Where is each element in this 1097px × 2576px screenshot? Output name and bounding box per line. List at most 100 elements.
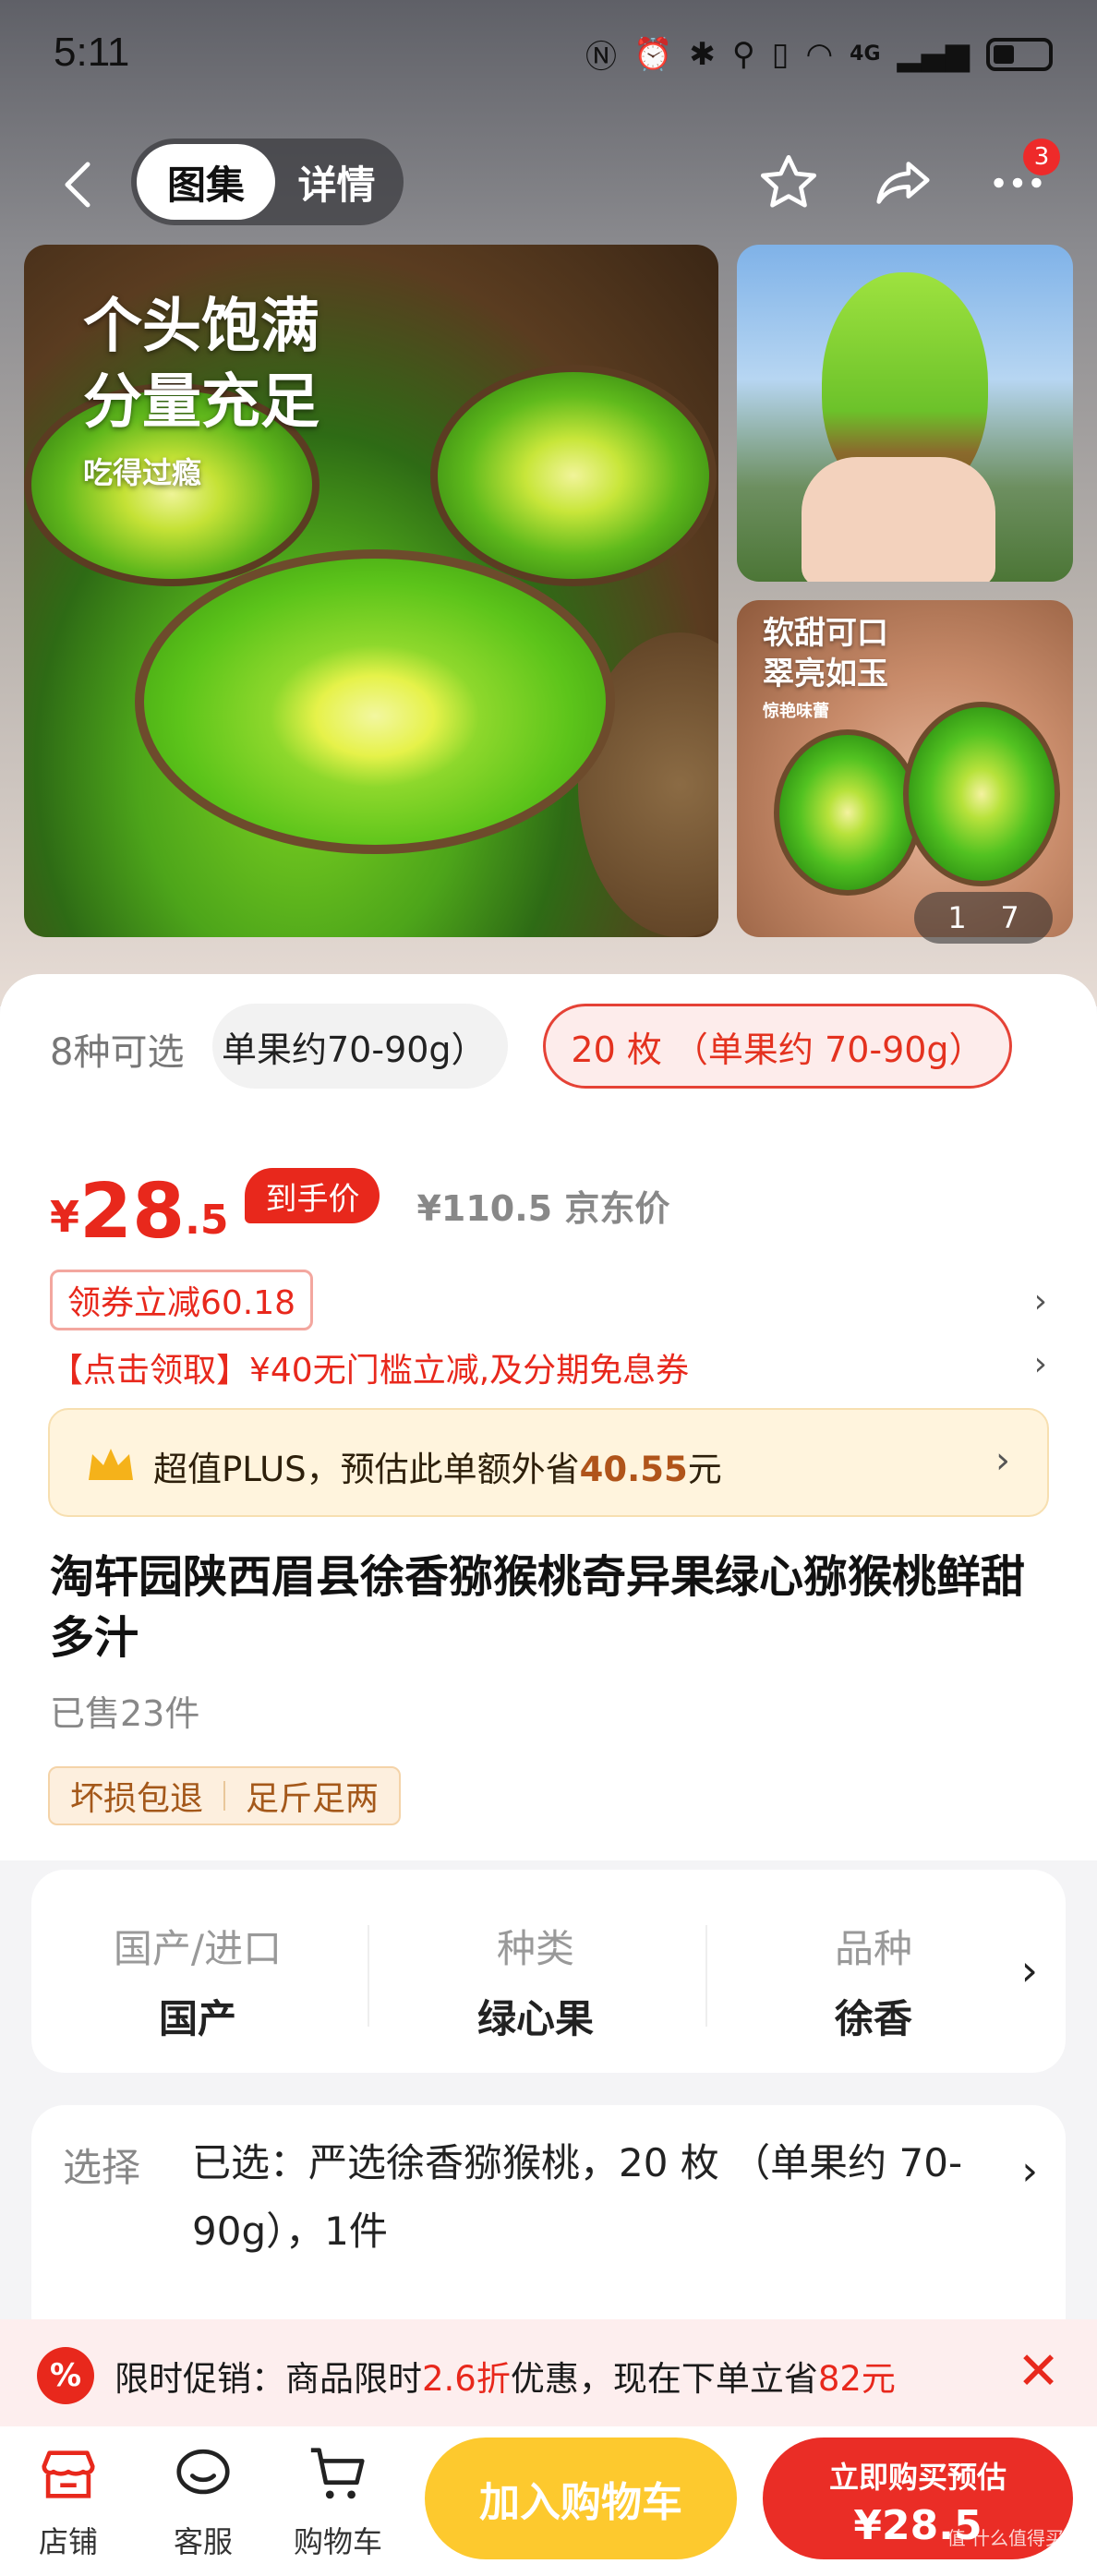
- store-label: 店铺: [38, 2524, 98, 2559]
- cart-button[interactable]: 购物车: [283, 2439, 393, 2559]
- gallery-main-image[interactable]: 个头饱满 分量充足 吃得过瘾: [24, 245, 718, 937]
- spec-option[interactable]: 单果约70-90g）: [212, 1004, 508, 1089]
- spec-option-selected[interactable]: 20 枚 （单果约 70-90g）: [543, 1004, 1012, 1089]
- favorite-button[interactable]: [753, 148, 824, 218]
- tab-details[interactable]: 详情: [275, 144, 398, 220]
- flash-text-a: 限时促销：商品限时: [115, 2359, 422, 2399]
- share-icon: [876, 162, 930, 204]
- kiwi-slice-image: [430, 365, 717, 586]
- chevron-right-icon: ›: [1033, 1345, 1047, 1383]
- more-button[interactable]: 3: [982, 138, 1060, 218]
- top-nav: 图集 详情 3: [0, 138, 1097, 231]
- status-time: 5:11: [54, 30, 130, 75]
- attributes-card[interactable]: 国产/进口 国产 种类 绿心果 品种 徐香 ›: [31, 1870, 1066, 2073]
- selection-card[interactable]: 选择 已选：严选徐香猕猴桃，20 枚 （单果约 70-90g），1件 ›: [31, 2105, 1066, 2345]
- status-bar: 5:11 Ⓝ ⏰ ✱ ⚲ ▯ ◠ 4G ▂▄▆: [0, 0, 1097, 111]
- close-icon[interactable]: ✕: [1017, 2340, 1060, 2404]
- price-decimal: .5: [185, 1197, 229, 1244]
- back-button[interactable]: [51, 157, 106, 212]
- promo-text: 【点击领取】¥40无门槛立减,及分期免息券: [50, 1352, 690, 1390]
- original-price: ¥110.5 京东价: [416, 1188, 670, 1229]
- thumb-line-2: 翠亮如玉: [763, 656, 888, 692]
- share-button[interactable]: [868, 148, 938, 218]
- thumb-headline: 软甜可口 翠亮如玉: [763, 613, 888, 694]
- flash-text-b: 优惠，现在下单立省: [510, 2359, 818, 2399]
- attribute-label: 品种: [834, 1926, 912, 1971]
- attribute-label: 种类: [496, 1926, 574, 1971]
- plus-text-prefix: 超值PLUS，预估此单额外省: [153, 1450, 580, 1489]
- chevron-left-icon: [65, 162, 90, 208]
- service-label: 客服: [173, 2524, 233, 2559]
- selection-label: 选择: [63, 2145, 141, 2190]
- cart-icon: [303, 2439, 373, 2510]
- sold-count: 已售23件: [50, 1693, 200, 1734]
- chevron-right-icon: ›: [1020, 1945, 1038, 1995]
- service-button[interactable]: 客服: [148, 2439, 259, 2559]
- crown-icon: [89, 1449, 133, 1480]
- flash-discount: 2.6折: [422, 2359, 511, 2399]
- divider: [705, 1925, 707, 2027]
- buy-now-label: 立即购买预估: [828, 2460, 1007, 2495]
- chevron-right-icon: ›: [995, 1439, 1010, 1482]
- promo-coupon-row[interactable]: 【点击领取】¥40无门槛立减,及分期免息券 ›: [50, 1343, 1047, 1399]
- price-block: ¥ 28 .5 到手价 ¥110.5 京东价: [50, 1168, 669, 1251]
- chevron-right-icon: ›: [1033, 1282, 1047, 1320]
- store-icon: [33, 2439, 103, 2510]
- signal-icon: ▂▄▆: [897, 35, 970, 73]
- hero-area: 5:11 Ⓝ ⏰ ✱ ⚲ ▯ ◠ 4G ▂▄▆ 图集 详情 3 个头饱满 分量充…: [0, 0, 1097, 1006]
- gallery-thumb-1[interactable]: [737, 245, 1073, 582]
- nav-actions: 3: [753, 138, 1060, 218]
- product-title: 淘轩园陕西眉县徐香猕猴桃奇异果绿心猕猴桃鲜甜多汁: [50, 1551, 1026, 1664]
- chat-icon: [168, 2439, 238, 2510]
- add-to-cart-button[interactable]: 加入购物车: [425, 2438, 737, 2559]
- counter-total: 7: [1000, 900, 1019, 935]
- attribute-value: 国产: [158, 1996, 236, 2041]
- flash-sale-banner[interactable]: % 限时促销：商品限时2.6折优惠，现在下单立省82元 ✕: [0, 2319, 1097, 2426]
- plus-member-bar[interactable]: 超值PLUS，预估此单额外省40.55元 ›: [48, 1408, 1049, 1517]
- attribute-variety: 品种 徐香: [726, 1870, 1021, 2073]
- image-counter: 1 7: [914, 892, 1053, 944]
- flash-sale-text: 限时促销：商品限时2.6折优惠，现在下单立省82元: [115, 2351, 896, 2401]
- view-toggle: 图集 详情: [131, 138, 404, 225]
- service-tag: 坏损包退: [70, 1780, 204, 1818]
- wifi-icon: ◠: [805, 35, 834, 73]
- kiwi-slice-image: [903, 702, 1060, 886]
- hand-image: [802, 457, 995, 582]
- spec-count: 8种可选: [50, 1031, 185, 1074]
- location-icon: ⚲: [731, 35, 755, 73]
- buy-now-button[interactable]: 立即购买预估 ¥28.5 值 什么值得买: [763, 2438, 1073, 2559]
- selection-value: 已选：严选徐香猕猴桃，20 枚 （单果约 70-90g），1件: [192, 2140, 963, 2254]
- gallery-headline: 个头饱满 分量充足: [83, 289, 319, 440]
- attribute-origin: 国产/进口 国产: [50, 1870, 345, 2073]
- vibrate-icon: ▯: [771, 35, 790, 73]
- kiwi-slice-image: [135, 549, 615, 854]
- price-integer: 28: [79, 1168, 186, 1256]
- nfc-icon: Ⓝ: [585, 39, 618, 76]
- coupon-badge[interactable]: 领券立减60.18: [50, 1270, 314, 1330]
- attribute-value: 绿心果: [476, 1996, 594, 2041]
- plus-text: 超值PLUS，预估此单额外省40.55元: [153, 1441, 722, 1491]
- thumb-caption: 惊艳味蕾: [763, 702, 829, 721]
- attribute-value: 徐香: [834, 1996, 912, 2041]
- thumb-line-1: 软甜可口: [763, 615, 888, 652]
- attribute-type: 种类 绿心果: [388, 1870, 683, 2073]
- headline-line-2: 分量充足: [83, 368, 319, 437]
- counter-current: 1: [947, 900, 967, 935]
- cart-label: 购物车: [293, 2524, 382, 2559]
- chevron-right-icon: ›: [1021, 2148, 1038, 2195]
- product-info: 8种可选 单果约70-90g） 20 枚 （单果约 70-90g） ¥ 28 .…: [0, 974, 1097, 2345]
- attribute-label: 国产/进口: [113, 1926, 283, 1971]
- spec-selector: 8种可选 单果约70-90g） 20 枚 （单果约 70-90g）: [0, 1004, 1097, 1096]
- coupon-row[interactable]: 领券立减60.18 ›: [50, 1270, 1047, 1334]
- bluetooth-icon: ✱: [689, 35, 716, 73]
- store-button[interactable]: 店铺: [13, 2439, 124, 2559]
- price-currency: ¥: [50, 1192, 80, 1242]
- tab-gallery[interactable]: 图集: [137, 144, 275, 220]
- plus-text-suffix: 元: [687, 1450, 722, 1489]
- service-tags[interactable]: 坏损包退 足斤足两: [48, 1766, 402, 1825]
- service-tag: 足斤足两: [246, 1780, 380, 1818]
- star-icon: [760, 154, 817, 208]
- kiwi-slice-image: [774, 729, 922, 896]
- plus-amount: 40.55: [579, 1450, 688, 1489]
- gallery-thumb-2[interactable]: 软甜可口 翠亮如玉 惊艳味蕾: [737, 600, 1073, 937]
